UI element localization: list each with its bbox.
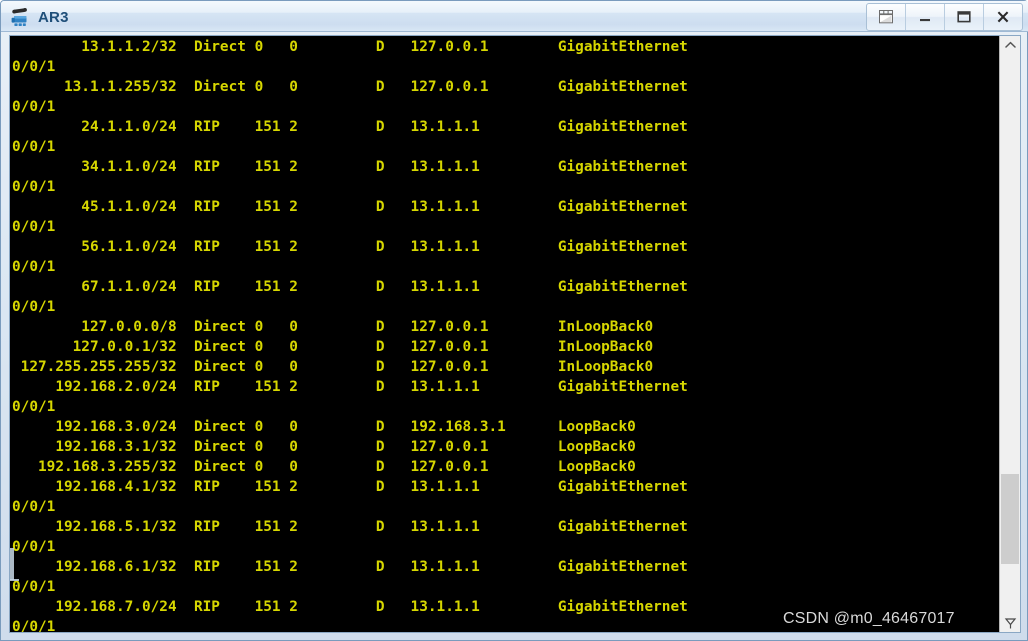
window-controls [866,3,1023,31]
window-title: AR3 [38,8,69,26]
scroll-up-arrow-icon[interactable] [1000,36,1020,54]
vertical-scrollbar[interactable] [999,36,1020,632]
maximize-button[interactable] [945,4,984,30]
title-bar: AR3 [1,1,1028,32]
minimize-button[interactable] [906,4,945,30]
restore-windows-button[interactable] [867,4,906,30]
terminal-frame: 13.1.1.2/32 Direct 0 0 D 127.0.0.1 Gigab… [9,35,1021,633]
terminal-window: AR3 13.1.1.2/32 Direct 0 0 D 127.0.0.1 G… [0,0,1028,641]
left-edge-artifact [10,548,14,580]
terminal-output-area[interactable]: 13.1.1.2/32 Direct 0 0 D 127.0.0.1 Gigab… [10,36,999,632]
scrollbar-track[interactable] [1000,54,1020,632]
close-button[interactable] [984,4,1022,30]
scrollbar-thumb[interactable] [1001,474,1019,564]
router-icon [10,6,32,28]
routing-table-text: 13.1.1.2/32 Direct 0 0 D 127.0.0.1 Gigab… [12,39,688,632]
title-bar-left: AR3 [10,4,69,30]
scroll-down-arrow-icon[interactable] [1000,614,1020,632]
left-edge-artifact-tail [10,579,19,581]
